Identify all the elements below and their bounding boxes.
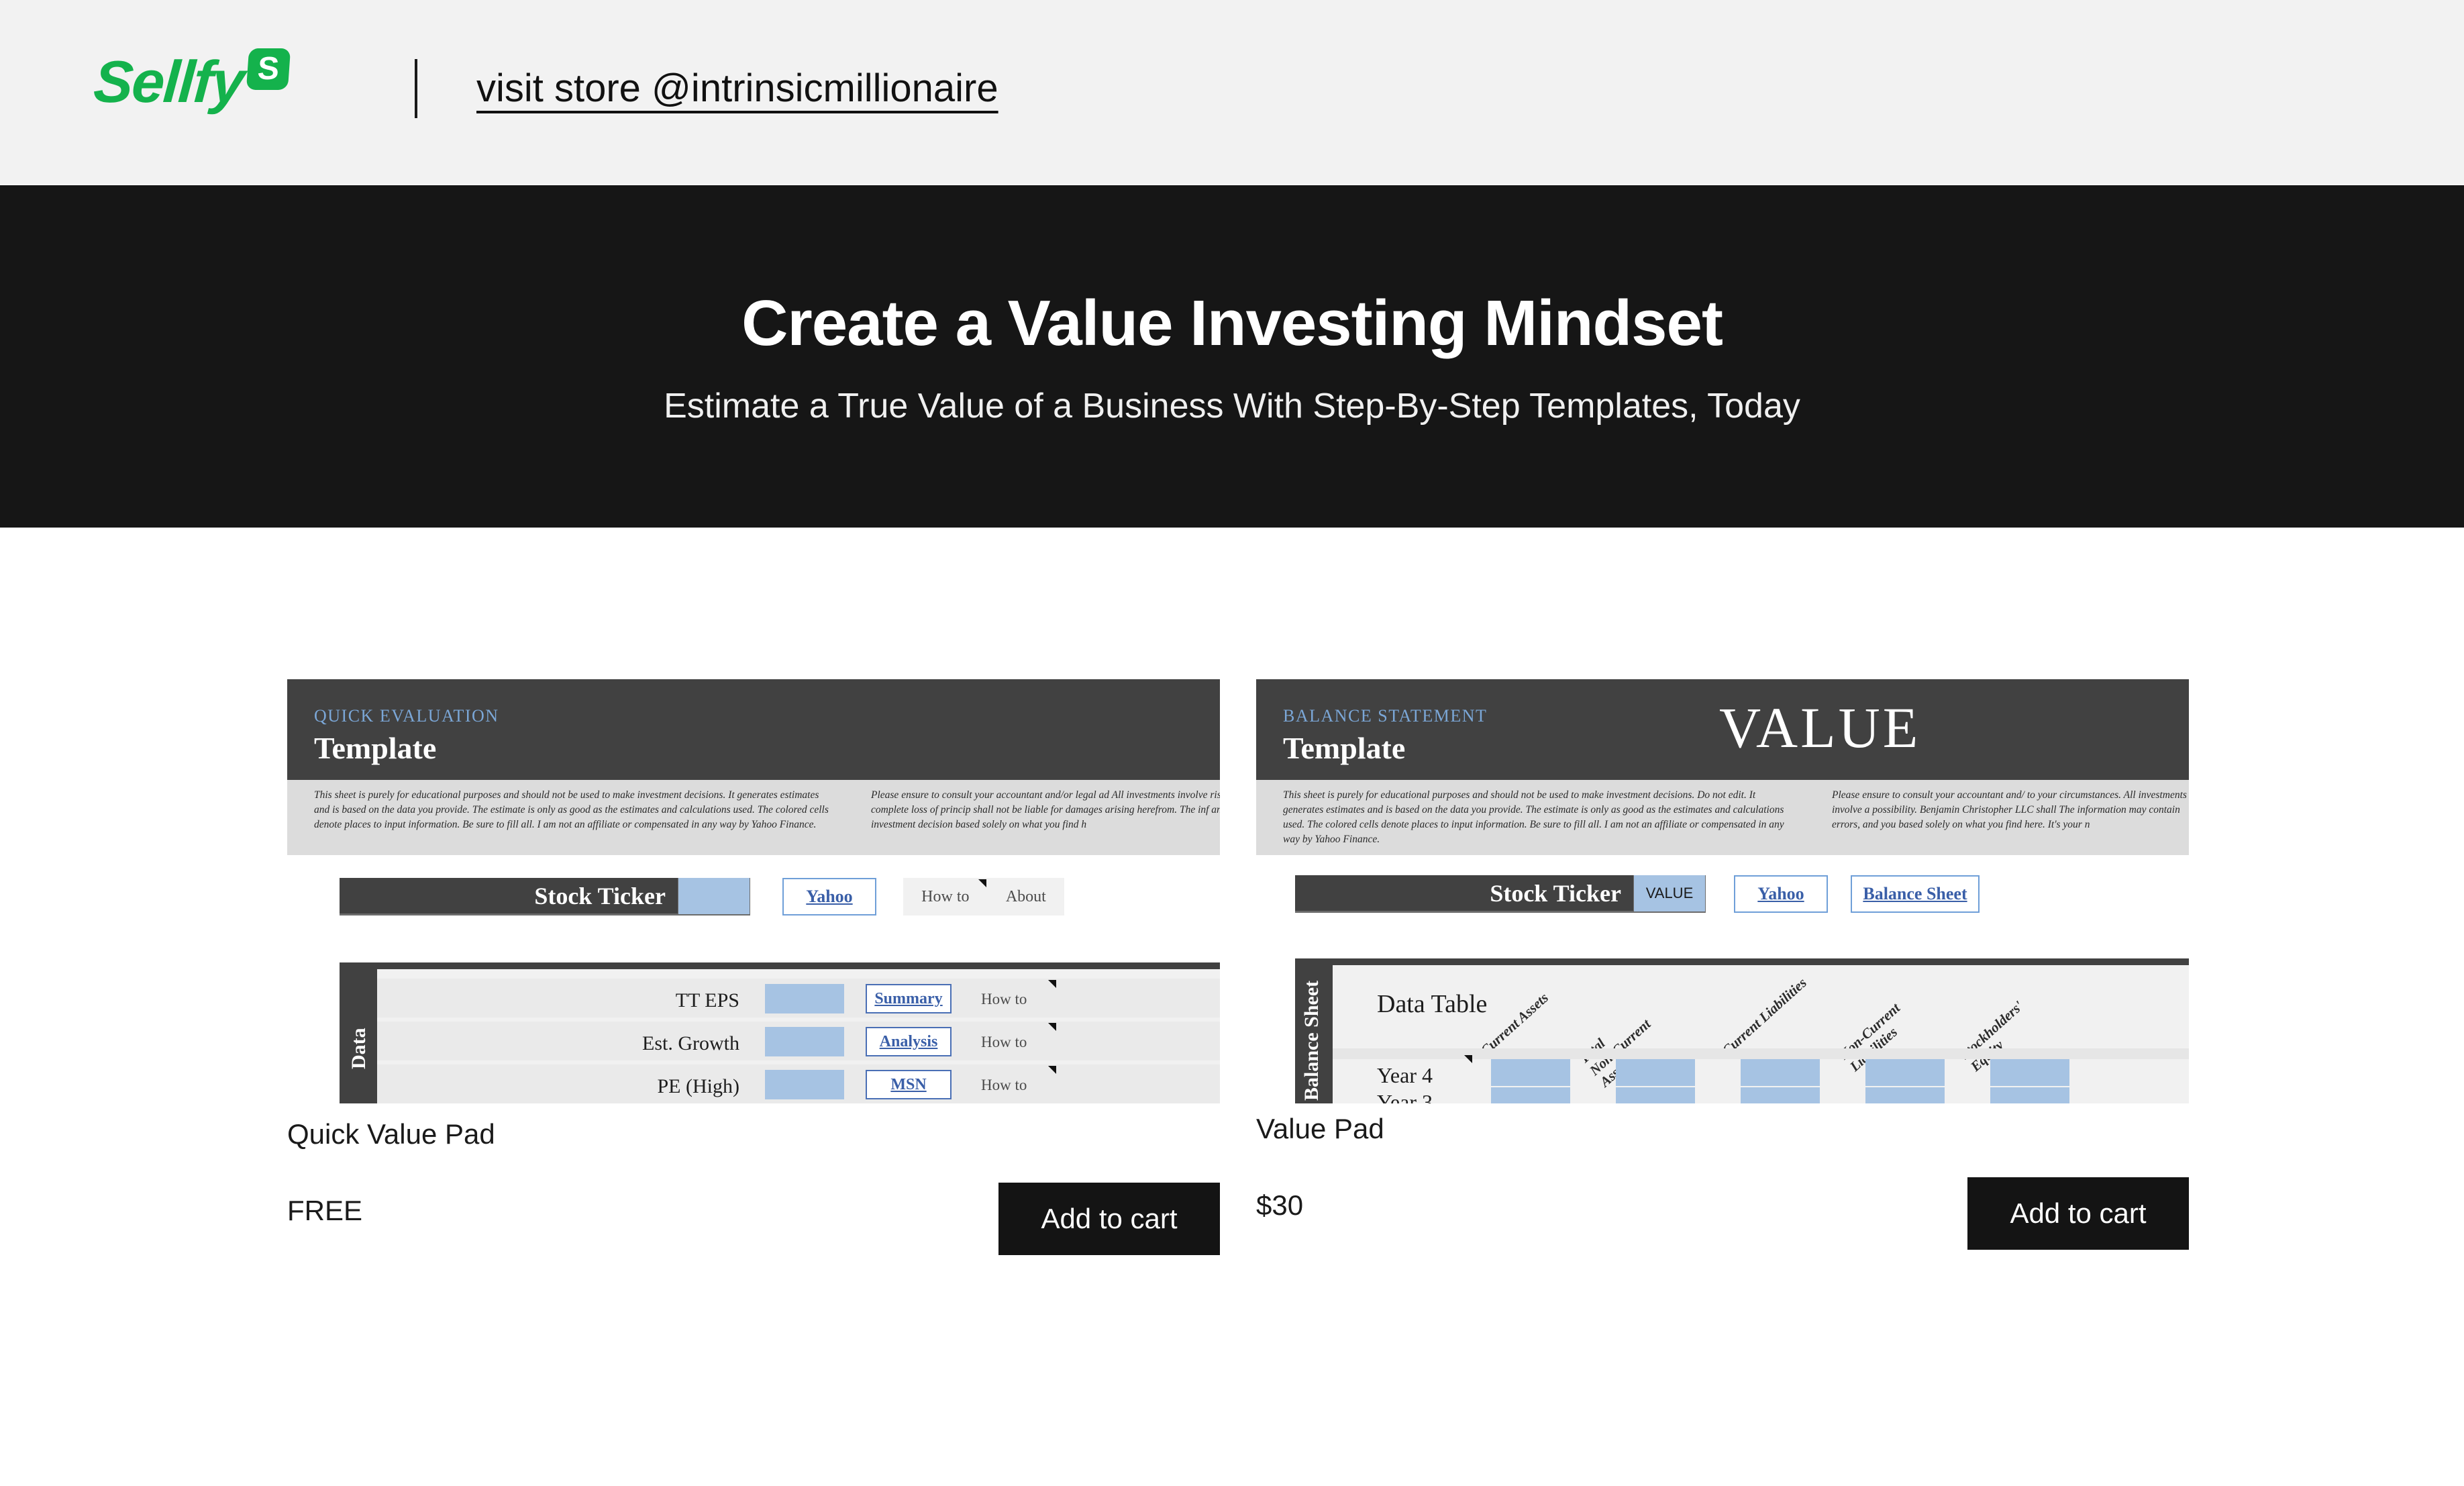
disclaimer-band: This sheet is purely for educational pur… [1256,780,2189,855]
hero-title: Create a Value Investing Mindset [741,287,1723,359]
cell-current-assets[interactable] [1491,1087,1570,1103]
ticker-row: Stock Ticker VALUE Yahoo Balance Sheet [1295,875,2189,920]
disclaimer-left-text: This sheet is purely for educational pur… [1283,789,1784,845]
sheet-header: QUICK EVALUATION Template [287,679,1220,780]
summary-link-button[interactable]: Summary [866,984,952,1013]
comment-marker-icon [1048,1066,1056,1074]
ticker-bar: Stock Ticker VALUE [1295,875,1706,913]
product-thumbnail-value-pad[interactable]: BALANCE STATEMENT Template VALUE This sh… [1256,528,2189,1103]
row-input-cell[interactable] [765,984,844,1013]
column-header-current-liabilities: Current Liabilities [1718,974,1810,1059]
table-spacer [377,969,1220,979]
table-header-divider [1333,1048,2189,1059]
sellfy-logo[interactable]: Sellfy S [91,48,291,115]
product-name: Quick Value Pad [287,1118,495,1150]
comment-marker-icon [978,879,986,887]
sheet-title: Template [314,731,437,765]
data-table: TT EPS Summary How to Est. Growth Analys… [377,969,1220,1103]
msn-link-button[interactable]: MSN [866,1070,952,1099]
disclaimer-right-text: Please ensure to consult your accountant… [1832,789,2187,830]
cell-total-non-current-assets[interactable] [1616,1059,1695,1086]
sellfy-logo-text: Sellfy [91,48,246,115]
add-to-cart-button[interactable]: Add to cart [998,1183,1220,1255]
product-card-quick-value-pad[interactable]: QUICK EVALUATION Template This sheet is … [287,528,1220,1255]
cell-current-assets[interactable] [1491,1059,1570,1086]
data-panel: Data TT EPS Summary How to Est. Growth A… [340,962,1220,1103]
row-input-cell[interactable] [765,1070,844,1099]
sellfy-badge-letter: S [256,51,280,87]
ticker-input-cell[interactable]: VALUE [1633,875,1706,912]
ticker-input-cell[interactable] [678,878,750,915]
product-card-value-pad[interactable]: BALANCE STATEMENT Template VALUE This sh… [1256,528,2189,1250]
store-header-bar: Sellfy S visit store @intrinsicmillionai… [0,0,2464,184]
row-label: TT EPS [675,989,739,1011]
cell-stockholders-equity[interactable] [1990,1087,2069,1103]
row-input-cell[interactable] [765,1027,844,1056]
yahoo-link-button[interactable]: Yahoo [782,878,876,915]
balance-sheet-panel: Balance Sheet Data Table Current Assets … [1295,958,2189,1103]
cell-non-current-liabilities[interactable] [1865,1087,1945,1103]
row-how-to-label: How to [981,1034,1027,1050]
ticker-bar: Stock Ticker [340,878,750,915]
product-thumbnail-quick-value-pad[interactable]: QUICK EVALUATION Template This sheet is … [287,528,1220,1103]
balance-sheet-table: Data Table Current Assets Total Non-Curr… [1333,965,2189,1103]
yahoo-link-button[interactable]: Yahoo [1734,875,1828,913]
row-label-year-3: Year 3 [1377,1090,1433,1103]
product-price: $30 [1256,1189,1304,1221]
balance-sheet-panel-label: Balance Sheet [1300,980,1323,1101]
cell-current-liabilities[interactable] [1741,1087,1820,1103]
data-panel-label: Data [348,1028,370,1069]
ticker-label: Stock Ticker [1490,879,1621,907]
how-to-about-band: How to About [903,878,1064,915]
comment-marker-icon [1464,1055,1472,1063]
cell-stockholders-equity[interactable] [1990,1059,2069,1086]
sheet-header: BALANCE STATEMENT Template VALUE [1256,679,2189,780]
visit-store-link[interactable]: visit store @intrinsicmillionaire [476,66,998,111]
cell-non-current-liabilities[interactable] [1865,1059,1945,1086]
disclaimer-left-text: This sheet is purely for educational pur… [314,789,829,830]
row-how-to-label: How to [981,1077,1027,1093]
how-to-label: How to [921,887,970,905]
sheet-title: Template [1283,731,1406,765]
cell-total-non-current-assets[interactable] [1616,1087,1695,1103]
disclaimer-band: This sheet is purely for educational pur… [287,780,1220,855]
product-name: Value Pad [1256,1113,1384,1144]
row-label-year-4: Year 4 [1377,1063,1433,1087]
value-wordmark: VALUE [1719,695,1921,760]
add-to-cart-button[interactable]: Add to cart [1967,1177,2189,1250]
sellfy-badge-icon: S [246,48,291,90]
hero-subtitle: Estimate a True Value of a Business With… [664,387,1800,426]
sheet-kicker: BALANCE STATEMENT [1283,706,1488,726]
data-table-title: Data Table [1377,990,1488,1018]
comment-marker-icon [1048,980,1056,988]
disclaimer-right-text: Please ensure to consult your accountant… [871,789,1220,830]
row-label: Est. Growth [642,1032,739,1054]
sheet-kicker: QUICK EVALUATION [314,706,499,726]
row-label: PE (High) [657,1075,740,1097]
cell-current-liabilities[interactable] [1741,1059,1820,1086]
ticker-row: Stock Ticker Yahoo How to About [340,878,1220,922]
about-label: About [1005,887,1046,905]
comment-marker-icon [1048,1023,1056,1031]
product-price: FREE [287,1195,363,1226]
row-how-to-label: How to [981,991,1027,1007]
balance-sheet-link-button[interactable]: Balance Sheet [1851,875,1980,913]
header-divider [415,59,417,118]
analysis-link-button[interactable]: Analysis [866,1027,952,1056]
ticker-label: Stock Ticker [534,882,666,909]
hero-banner: Create a Value Investing Mindset Estimat… [0,185,2464,528]
